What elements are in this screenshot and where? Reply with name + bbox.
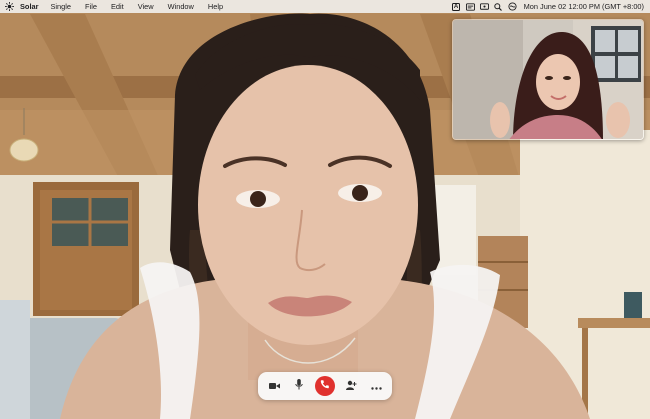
menu-help[interactable]: Help [208,2,223,11]
search-icon[interactable] [494,2,503,11]
camera-icon [268,377,280,395]
input-source-letter: A [452,2,461,11]
end-call-button[interactable] [315,376,335,396]
menu-bar: Solar Single File Edit View Window Help … [0,0,650,13]
camera-button[interactable] [265,377,283,395]
add-person-icon [345,377,357,395]
input-source-icon[interactable]: A [452,2,461,11]
display-icon[interactable] [479,2,489,11]
more-options-button[interactable] [367,377,385,395]
microphone-icon [295,377,303,395]
more-icon [370,377,382,395]
menu-view[interactable]: View [138,2,154,11]
end-call-icon [319,377,331,395]
add-person-button[interactable] [342,377,360,395]
control-center-icon[interactable] [465,2,475,11]
solar-app-icon[interactable] [5,2,14,11]
status-area: A Mon June 02 12:00 PM (GMT +8:00) [452,0,644,13]
menubar-clock[interactable]: Mon June 02 12:00 PM (GMT +8:00) [524,2,644,11]
menu-file[interactable]: File [85,2,97,11]
menu-window[interactable]: Window [168,2,194,11]
call-controls-bar [258,372,392,400]
menu-app-name[interactable]: Solar [20,2,38,11]
participant-video-tile[interactable] [452,19,644,140]
menu-single[interactable]: Single [50,2,71,11]
menu-edit[interactable]: Edit [111,2,124,11]
microphone-button[interactable] [290,377,308,395]
siri-icon[interactable] [508,2,517,11]
